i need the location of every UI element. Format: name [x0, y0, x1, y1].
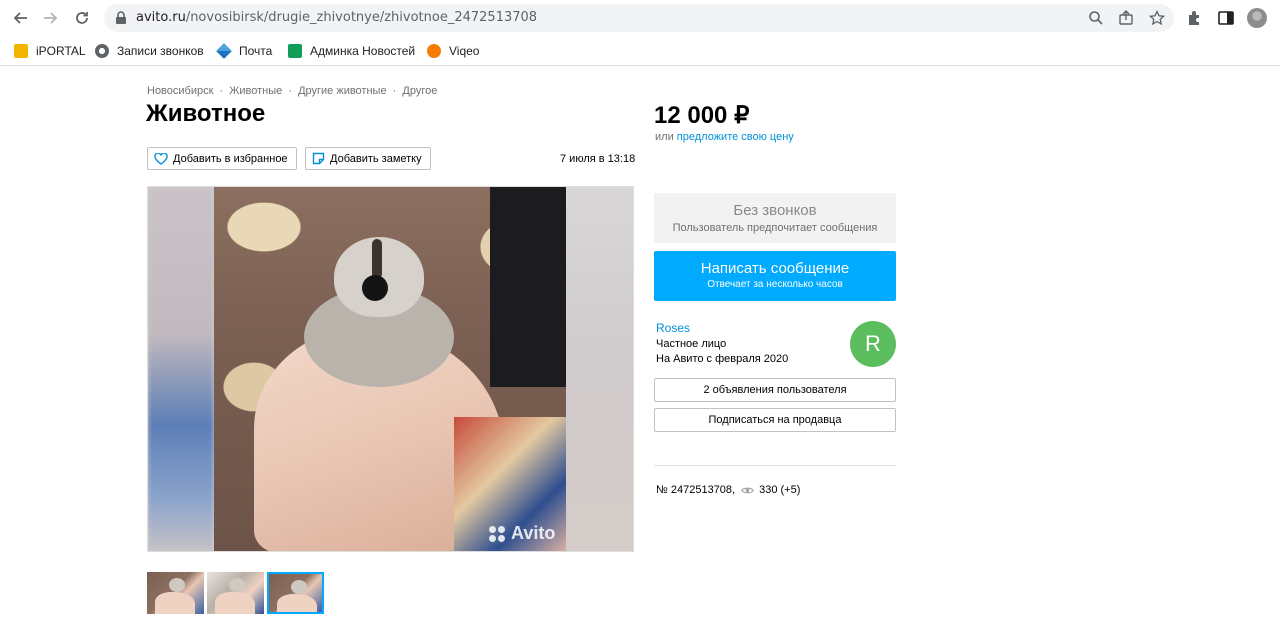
ad-number: № 2472513708,	[656, 484, 736, 496]
seller-ads-button[interactable]: 2 объявления пользователя	[654, 378, 896, 402]
seller-name-link[interactable]: Roses	[656, 321, 690, 335]
bookmark-label: iPORTAL	[36, 44, 86, 58]
add-note-button[interactable]: Добавить заметку	[305, 147, 431, 170]
reload-icon	[76, 12, 88, 24]
bookmark-iportal[interactable]: iPORTAL	[14, 41, 86, 61]
page-title: Животное	[146, 100, 266, 127]
folder-icon	[14, 44, 28, 58]
bookmark-label: Админка Новостей	[310, 44, 416, 58]
globe-icon	[95, 44, 109, 58]
photo-thumbnail-2[interactable]	[207, 572, 264, 614]
note-icon	[312, 152, 325, 165]
add-favorite-label: Добавить в избранное	[173, 152, 288, 165]
bookmark-viqeo[interactable]: Viqeo	[427, 41, 479, 61]
add-favorite-button[interactable]: Добавить в избранное	[147, 147, 297, 170]
write-message-title: Написать сообщение	[700, 260, 850, 277]
arrow-left-icon	[13, 12, 27, 24]
url-text: avito.ru/novosibirsk/drugie_zhivotnye/zh…	[136, 10, 537, 25]
heart-icon	[154, 152, 168, 165]
forward-button[interactable]	[40, 7, 62, 29]
url-path: /novosibirsk/drugie_zhivotnye/zhivotnoe_…	[185, 10, 538, 25]
view-count: 330 (+5)	[759, 484, 801, 496]
mail-icon	[216, 43, 232, 59]
bookmark-label: Почта	[239, 44, 273, 58]
eye-icon	[741, 486, 754, 495]
photo-image	[214, 187, 568, 551]
photo-blur-left	[148, 187, 214, 551]
watermark-text: Avito	[511, 523, 556, 543]
offer-prefix: или	[655, 131, 674, 143]
bookmark-news-admin[interactable]: Админка Новостей	[288, 41, 415, 61]
breadcrumb-sep: ·	[219, 85, 224, 97]
browser-toolbar: avito.ru/novosibirsk/drugie_zhivotnye/zh…	[0, 0, 1280, 36]
breadcrumb-sep: ·	[288, 85, 292, 97]
breadcrumb-sep: ·	[392, 85, 397, 97]
breadcrumb-item[interactable]: Другое	[402, 85, 437, 97]
no-calls-title: Без звонков	[733, 202, 817, 219]
add-note-label: Добавить заметку	[330, 152, 422, 165]
publish-date: 7 июля в 13:18	[560, 153, 636, 165]
main-photo[interactable]: Avito	[147, 186, 634, 552]
suggest-price-link[interactable]: предложите свою цену	[677, 131, 794, 143]
breadcrumb-item[interactable]: Животные	[229, 85, 282, 97]
bookmark-calls[interactable]: Записи звонков	[95, 41, 204, 61]
no-calls-box: Без звонков Пользователь предпочитает со…	[654, 193, 896, 243]
address-bar[interactable]: avito.ru/novosibirsk/drugie_zhivotnye/zh…	[104, 4, 1174, 32]
photo-thumbnail-3[interactable]	[267, 572, 324, 614]
subscribe-seller-button[interactable]: Подписаться на продавца	[654, 408, 896, 432]
bookmarks-bar: iPORTAL Записи звонков Почта Админка Нов…	[0, 36, 1280, 66]
sheet-icon	[288, 44, 302, 58]
price-offer: или предложите свою цену	[655, 131, 794, 143]
reload-button[interactable]	[71, 7, 93, 29]
breadcrumb: Новосибирск · Животные · Другие животные…	[147, 85, 437, 97]
avito-watermark: Avito	[488, 523, 555, 544]
divider	[654, 465, 896, 466]
side-panel-icon[interactable]	[1217, 9, 1235, 27]
bookmark-label: Записи звонков	[117, 44, 204, 58]
breadcrumb-item[interactable]: Новосибирск	[147, 85, 213, 97]
photo-thumbnail-1[interactable]	[147, 572, 204, 614]
no-calls-subtitle: Пользователь предпочитает сообщения	[672, 222, 878, 234]
seller-avatar[interactable]: R	[850, 321, 896, 367]
profile-avatar[interactable]	[1247, 8, 1267, 28]
lock-icon	[116, 11, 126, 24]
write-message-subtitle: Отвечает за несколько часов	[707, 279, 843, 290]
write-message-button[interactable]: Написать сообщение Отвечает за несколько…	[654, 251, 896, 301]
share-icon[interactable]	[1118, 10, 1134, 26]
seller-type: Частное лицо	[656, 338, 727, 350]
price: 12 000 ₽	[654, 102, 750, 129]
seller-since: На Авито с февраля 2020	[656, 353, 789, 365]
avito-logo-icon	[488, 525, 506, 543]
back-button[interactable]	[9, 7, 31, 29]
ad-meta: № 2472513708, 330 (+5)	[656, 484, 800, 496]
bookmark-mail[interactable]: Почта	[216, 41, 273, 61]
zoom-icon[interactable]	[1088, 10, 1104, 26]
url-domain: avito.ru	[136, 10, 186, 25]
viqeo-icon	[427, 44, 441, 58]
bookmark-label: Viqeo	[449, 44, 480, 58]
photo-blur-right	[566, 187, 633, 551]
breadcrumb-item[interactable]: Другие животные	[298, 85, 387, 97]
arrow-right-icon	[44, 12, 58, 24]
star-icon[interactable]	[1149, 10, 1165, 26]
extensions-icon[interactable]	[1186, 9, 1204, 27]
